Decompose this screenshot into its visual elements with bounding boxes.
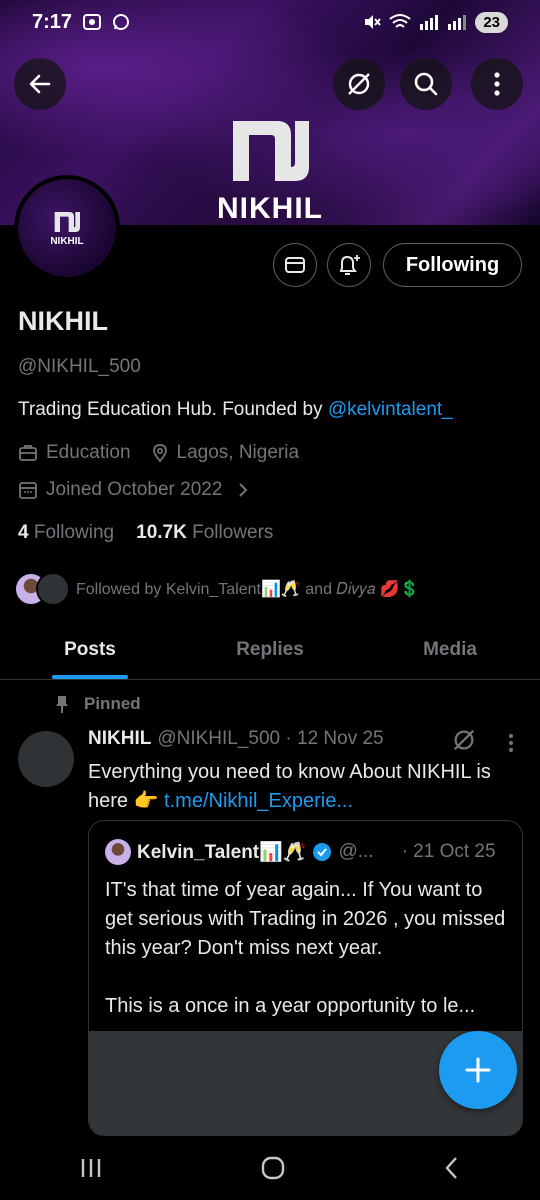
- quote-text-paragraph-1: IT's that time of year again... If You w…: [105, 879, 506, 959]
- status-time: 7:17: [32, 10, 73, 33]
- follow-counts: 4 Following 10.7K Followers: [18, 522, 273, 544]
- quote-author-avatar: [105, 839, 131, 865]
- status-bar: 7:17 23: [0, 0, 540, 44]
- signal-2-icon: [448, 15, 467, 30]
- following-count: 4: [18, 522, 29, 543]
- quote-text-paragraph-2: This is a once in a year opportunity to …: [105, 995, 476, 1017]
- back-button[interactable]: [14, 58, 66, 110]
- mail-icon: [285, 257, 305, 273]
- tab-media[interactable]: Media: [360, 620, 540, 679]
- post-text: Everything you need to know About NIKHIL…: [88, 758, 528, 816]
- bio-mention-link[interactable]: @kelvintalent_: [328, 399, 453, 420]
- message-button[interactable]: [273, 243, 317, 287]
- followed-by-text: Followed by Kelvin_Talent📊🥂 and 𝐷𝑖𝑣𝑦𝑎 💋💲: [76, 581, 420, 598]
- calendar-icon: [19, 482, 37, 499]
- plus-icon: [465, 1057, 491, 1083]
- compose-button[interactable]: [439, 1031, 517, 1109]
- whatsapp-icon: [113, 14, 130, 30]
- bell-plus-icon: [339, 255, 360, 275]
- profile-tabs: Posts Replies Media: [0, 620, 540, 680]
- system-nav-bar: [0, 1136, 540, 1200]
- back-nav-icon[interactable]: [442, 1155, 462, 1181]
- grok-post-icon[interactable]: [451, 727, 477, 753]
- search-icon: [414, 72, 438, 96]
- verified-badge-icon: [313, 843, 332, 861]
- followers-count-link[interactable]: 10.7K Followers: [136, 522, 273, 544]
- post-author-avatar[interactable]: [18, 731, 74, 787]
- profile-location: Lagos, Nigeria: [176, 442, 300, 463]
- mute-icon: [365, 15, 382, 29]
- post-author[interactable]: NIKHIL: [88, 728, 151, 750]
- following-count-link[interactable]: 4 Following: [18, 522, 114, 544]
- followers-count-label: Followers: [192, 522, 274, 543]
- post-more-icon[interactable]: [507, 732, 515, 754]
- profile-joined-row[interactable]: Joined October 2022: [18, 479, 250, 501]
- post-handle-date: @NIKHIL_500 · 12 Nov 25: [157, 728, 384, 749]
- profile-avatar[interactable]: NIKHIL: [14, 175, 120, 281]
- following-count-label: Following: [33, 522, 115, 543]
- post-link[interactable]: t.me/Nikhil_Experie...: [164, 790, 353, 812]
- screenshot-icon: [83, 14, 102, 30]
- chevron-right-icon: [239, 483, 248, 497]
- more-vertical-icon: [494, 72, 500, 96]
- mutual-avatars: [14, 572, 70, 606]
- home-icon[interactable]: [259, 1154, 287, 1182]
- profile-meta-row: Education Lagos, Nigeria: [18, 442, 299, 464]
- profile-joined: Joined October 2022: [46, 479, 223, 500]
- quote-author: Kelvin_Talent📊🥂: [137, 842, 307, 863]
- wifi-icon: [389, 14, 411, 28]
- brand-logo-icon: [233, 121, 309, 181]
- profile-bio: Trading Education Hub. Founded by @kelvi…: [18, 399, 453, 421]
- avatar-logo-icon: [54, 211, 80, 232]
- tab-replies[interactable]: Replies: [180, 620, 360, 679]
- pinned-indicator: Pinned: [54, 694, 141, 714]
- more-options-button[interactable]: [471, 58, 523, 110]
- notifications-button[interactable]: [327, 243, 371, 287]
- bio-text: Trading Education Hub. Founded by: [18, 399, 328, 420]
- arrow-left-icon: [29, 74, 51, 94]
- recent-apps-icon[interactable]: [78, 1156, 104, 1180]
- search-button[interactable]: [400, 58, 452, 110]
- following-button[interactable]: Following: [383, 243, 522, 287]
- signal-icon: [420, 15, 439, 30]
- tab-posts[interactable]: Posts: [0, 620, 180, 679]
- quote-header: Kelvin_Talent📊🥂 @... · 21 Oct 25: [105, 839, 496, 865]
- followers-count: 10.7K: [136, 522, 187, 543]
- mutual-avatar-2: [36, 572, 70, 606]
- quote-handle: @...: [338, 841, 374, 862]
- profile-name: NIKHIL: [18, 306, 108, 336]
- grok-button[interactable]: [333, 58, 385, 110]
- post-header: NIKHIL @NIKHIL_500 · 12 Nov 25: [88, 728, 384, 750]
- location-pin-icon: [152, 444, 167, 463]
- pin-icon: [56, 696, 68, 713]
- followed-by-row[interactable]: Followed by Kelvin_Talent📊🥂 and 𝐷𝑖𝑣𝑦𝑎 💋💲: [14, 572, 420, 606]
- quote-date: · 21 Oct 25: [401, 841, 496, 862]
- profile-handle: @NIKHIL_500: [18, 356, 141, 377]
- avatar-label: NIKHIL: [50, 235, 84, 247]
- battery-indicator: 23: [475, 11, 508, 33]
- grok-icon: [348, 73, 370, 95]
- briefcase-icon: [19, 445, 37, 461]
- quote-text: IT's that time of year again... If You w…: [105, 876, 510, 1021]
- profile-category: Education: [46, 442, 131, 463]
- pinned-label: Pinned: [84, 694, 141, 713]
